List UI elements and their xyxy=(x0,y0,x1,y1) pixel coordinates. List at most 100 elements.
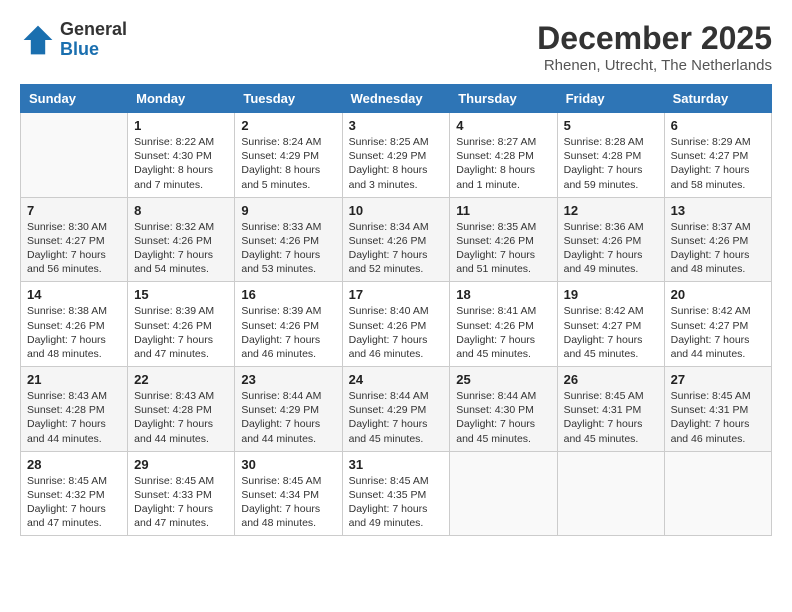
calendar-cell: 19 Sunrise: 8:42 AMSunset: 4:27 PMDayligh… xyxy=(557,282,664,367)
calendar-cell: 24 Sunrise: 8:44 AMSunset: 4:29 PMDayligh… xyxy=(342,367,450,452)
column-header-sunday: Sunday xyxy=(21,85,128,113)
calendar-cell: 1 Sunrise: 8:22 AMSunset: 4:30 PMDaylight… xyxy=(128,113,235,198)
date-number: 26 xyxy=(564,372,658,387)
calendar-cell xyxy=(557,451,664,536)
logo-icon xyxy=(20,22,56,58)
date-number: 31 xyxy=(349,457,444,472)
date-number: 18 xyxy=(456,287,550,302)
date-number: 16 xyxy=(241,287,335,302)
date-number: 5 xyxy=(564,118,658,133)
calendar-cell: 2Sunrise: 8:24 AMSunset: 4:29 PMDaylight… xyxy=(235,113,342,198)
cell-info: Sunrise: 8:42 AMSunset: 4:27 PMDaylight:… xyxy=(671,304,765,361)
calendar-cell: 27 Sunrise: 8:45 AMSunset: 4:31 PMDayligh… xyxy=(664,367,771,452)
calendar-cell xyxy=(664,451,771,536)
date-number: 7 xyxy=(27,203,121,218)
calendar-cell: 20Sunrise: 8:42 AMSunset: 4:27 PMDayligh… xyxy=(664,282,771,367)
date-number: 13 xyxy=(671,203,765,218)
date-number: 28 xyxy=(27,457,121,472)
cell-info: Sunrise: 8:35 AMSunset: 4:26 PMDaylight:… xyxy=(456,220,550,277)
calendar-cell: 16 Sunrise: 8:39 AMSunset: 4:26 PMDayligh… xyxy=(235,282,342,367)
column-header-monday: Monday xyxy=(128,85,235,113)
calendar-cell: 17 Sunrise: 8:40 AMSunset: 4:26 PMDayligh… xyxy=(342,282,450,367)
logo-general: General xyxy=(60,20,127,40)
date-number: 19 xyxy=(564,287,658,302)
week-row-4: 21Sunrise: 8:43 AMSunset: 4:28 PMDayligh… xyxy=(21,367,772,452)
calendar-table: SundayMondayTuesdayWednesdayThursdayFrid… xyxy=(20,84,772,536)
column-header-thursday: Thursday xyxy=(450,85,557,113)
cell-info: Sunrise: 8:43 AMSunset: 4:28 PMDaylight:… xyxy=(27,389,121,446)
date-number: 8 xyxy=(134,203,228,218)
calendar-cell: 26 Sunrise: 8:45 AMSunset: 4:31 PMDayligh… xyxy=(557,367,664,452)
date-number: 1 xyxy=(134,118,228,133)
calendar-cell: 3 Sunrise: 8:25 AMSunset: 4:29 PMDaylight… xyxy=(342,113,450,198)
title-block: December 2025 Rhenen, Utrecht, The Nethe… xyxy=(537,20,772,74)
cell-info: Sunrise: 8:44 AMSunset: 4:29 PMDaylight:… xyxy=(349,389,444,446)
date-number: 23 xyxy=(241,372,335,387)
date-number: 11 xyxy=(456,203,550,218)
cell-info: Sunrise: 8:24 AMSunset: 4:29 PMDaylight:… xyxy=(241,135,335,192)
week-row-2: 7Sunrise: 8:30 AMSunset: 4:27 PMDaylight… xyxy=(21,197,772,282)
cell-info: Sunrise: 8:39 AMSunset: 4:26 PMDaylight:… xyxy=(134,304,228,361)
cell-info: Sunrise: 8:27 AMSunset: 4:28 PMDaylight:… xyxy=(456,135,550,192)
cell-info: Sunrise: 8:44 AMSunset: 4:29 PMDaylight:… xyxy=(241,389,335,446)
calendar-cell: 22Sunrise: 8:43 AMSunset: 4:28 PMDayligh… xyxy=(128,367,235,452)
date-number: 6 xyxy=(671,118,765,133)
date-number: 15 xyxy=(134,287,228,302)
cell-info: Sunrise: 8:22 AMSunset: 4:30 PMDaylight:… xyxy=(134,135,228,192)
page-header: General Blue December 2025 Rhenen, Utrec… xyxy=(20,20,772,74)
column-header-wednesday: Wednesday xyxy=(342,85,450,113)
cell-info: Sunrise: 8:45 AMSunset: 4:33 PMDaylight:… xyxy=(134,474,228,531)
cell-info: Sunrise: 8:37 AMSunset: 4:26 PMDaylight:… xyxy=(671,220,765,277)
calendar-cell: 6Sunrise: 8:29 AMSunset: 4:27 PMDaylight… xyxy=(664,113,771,198)
cell-info: Sunrise: 8:45 AMSunset: 4:31 PMDaylight:… xyxy=(564,389,658,446)
calendar-cell: 18Sunrise: 8:41 AMSunset: 4:26 PMDayligh… xyxy=(450,282,557,367)
date-number: 25 xyxy=(456,372,550,387)
cell-info: Sunrise: 8:45 AMSunset: 4:32 PMDaylight:… xyxy=(27,474,121,531)
cell-info: Sunrise: 8:40 AMSunset: 4:26 PMDaylight:… xyxy=(349,304,444,361)
month-title: December 2025 xyxy=(537,20,772,57)
cell-info: Sunrise: 8:39 AMSunset: 4:26 PMDaylight:… xyxy=(241,304,335,361)
calendar-cell: 31 Sunrise: 8:45 AMSunset: 4:35 PMDayligh… xyxy=(342,451,450,536)
calendar-cell xyxy=(21,113,128,198)
logo-blue: Blue xyxy=(60,40,127,60)
calendar-cell: 4 Sunrise: 8:27 AMSunset: 4:28 PMDaylight… xyxy=(450,113,557,198)
cell-info: Sunrise: 8:44 AMSunset: 4:30 PMDaylight:… xyxy=(456,389,550,446)
location-subtitle: Rhenen, Utrecht, The Netherlands xyxy=(537,57,772,74)
date-number: 17 xyxy=(349,287,444,302)
date-number: 24 xyxy=(349,372,444,387)
cell-info: Sunrise: 8:42 AMSunset: 4:27 PMDaylight:… xyxy=(564,304,658,361)
date-number: 10 xyxy=(349,203,444,218)
cell-info: Sunrise: 8:32 AMSunset: 4:26 PMDaylight:… xyxy=(134,220,228,277)
calendar-cell: 5 Sunrise: 8:28 AMSunset: 4:28 PMDaylight… xyxy=(557,113,664,198)
calendar-cell: 21Sunrise: 8:43 AMSunset: 4:28 PMDayligh… xyxy=(21,367,128,452)
date-number: 22 xyxy=(134,372,228,387)
calendar-cell: 30 Sunrise: 8:45 AMSunset: 4:34 PMDayligh… xyxy=(235,451,342,536)
logo: General Blue xyxy=(20,20,127,60)
column-header-friday: Friday xyxy=(557,85,664,113)
date-number: 4 xyxy=(456,118,550,133)
calendar-cell: 15 Sunrise: 8:39 AMSunset: 4:26 PMDayligh… xyxy=(128,282,235,367)
date-number: 29 xyxy=(134,457,228,472)
date-number: 27 xyxy=(671,372,765,387)
cell-info: Sunrise: 8:33 AMSunset: 4:26 PMDaylight:… xyxy=(241,220,335,277)
cell-info: Sunrise: 8:34 AMSunset: 4:26 PMDaylight:… xyxy=(349,220,444,277)
column-header-tuesday: Tuesday xyxy=(235,85,342,113)
calendar-cell: 25 Sunrise: 8:44 AMSunset: 4:30 PMDayligh… xyxy=(450,367,557,452)
date-number: 30 xyxy=(241,457,335,472)
calendar-cell: 11 Sunrise: 8:35 AMSunset: 4:26 PMDayligh… xyxy=(450,197,557,282)
day-header-row: SundayMondayTuesdayWednesdayThursdayFrid… xyxy=(21,85,772,113)
date-number: 3 xyxy=(349,118,444,133)
cell-info: Sunrise: 8:28 AMSunset: 4:28 PMDaylight:… xyxy=(564,135,658,192)
cell-info: Sunrise: 8:25 AMSunset: 4:29 PMDaylight:… xyxy=(349,135,444,192)
calendar-cell: 28 Sunrise: 8:45 AMSunset: 4:32 PMDayligh… xyxy=(21,451,128,536)
cell-info: Sunrise: 8:36 AMSunset: 4:26 PMDaylight:… xyxy=(564,220,658,277)
date-number: 9 xyxy=(241,203,335,218)
date-number: 12 xyxy=(564,203,658,218)
calendar-cell: 13 Sunrise: 8:37 AMSunset: 4:26 PMDayligh… xyxy=(664,197,771,282)
calendar-cell: 14Sunrise: 8:38 AMSunset: 4:26 PMDayligh… xyxy=(21,282,128,367)
cell-info: Sunrise: 8:45 AMSunset: 4:31 PMDaylight:… xyxy=(671,389,765,446)
cell-info: Sunrise: 8:45 AMSunset: 4:34 PMDaylight:… xyxy=(241,474,335,531)
column-header-saturday: Saturday xyxy=(664,85,771,113)
calendar-cell xyxy=(450,451,557,536)
cell-info: Sunrise: 8:45 AMSunset: 4:35 PMDaylight:… xyxy=(349,474,444,531)
